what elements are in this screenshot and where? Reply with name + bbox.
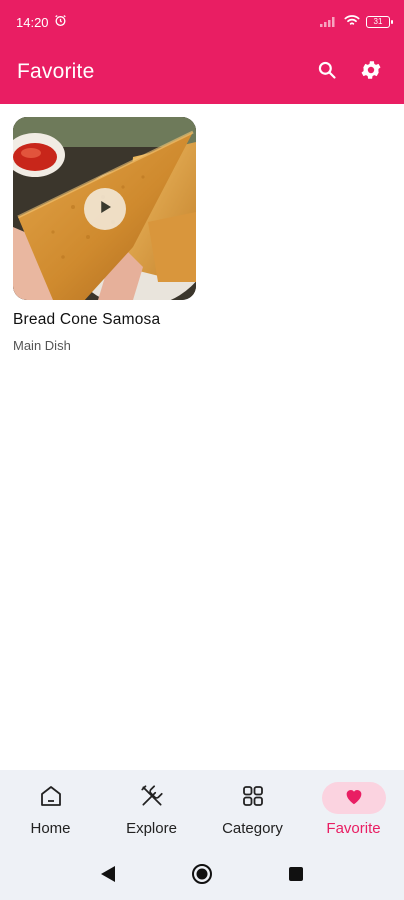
system-recents-button[interactable] — [286, 866, 306, 886]
system-home-button[interactable] — [192, 863, 212, 886]
settings-button[interactable] — [357, 58, 385, 86]
nav-home-label: Home — [30, 820, 71, 837]
nav-explore[interactable]: Explore — [101, 770, 202, 850]
signal-icon — [320, 15, 338, 30]
nav-explore-label: Explore — [126, 820, 177, 837]
nav-favorite-label: Favorite — [326, 820, 381, 837]
heart-icon — [343, 785, 365, 812]
alarm-icon — [54, 14, 67, 30]
search-button[interactable] — [313, 58, 341, 86]
grid-icon — [241, 784, 265, 813]
title-bar: Favorite — [0, 44, 404, 100]
nav-category[interactable]: Category — [202, 770, 303, 850]
search-icon — [317, 60, 337, 85]
app-bar: 14:20 31 Favorite — [0, 0, 404, 104]
utensils-icon — [139, 783, 165, 814]
recents-icon — [288, 866, 304, 887]
nav-favorite[interactable]: Favorite — [303, 770, 404, 850]
play-icon — [96, 198, 114, 221]
wifi-icon — [344, 14, 360, 30]
home-icon — [39, 784, 63, 813]
back-icon — [100, 865, 116, 888]
recipe-category: Main Dish — [13, 338, 71, 353]
status-bar: 14:20 31 — [0, 0, 404, 44]
status-time: 14:20 — [16, 14, 49, 30]
bottom-navigation: Home Explore Category Favorite — [0, 770, 404, 850]
system-navigation-bar — [0, 850, 404, 900]
recipe-card[interactable]: Bread Cone Samosa Main Dish — [13, 117, 196, 353]
recipe-thumbnail[interactable] — [13, 117, 196, 300]
play-button[interactable] — [84, 188, 126, 230]
nav-category-label: Category — [222, 820, 283, 837]
home-circle-icon — [191, 863, 213, 890]
recipe-title: Bread Cone Samosa — [13, 311, 161, 328]
gear-icon — [359, 58, 383, 87]
nav-home[interactable]: Home — [0, 770, 101, 850]
page-title: Favorite — [17, 60, 95, 83]
battery-indicator: 31 — [366, 16, 393, 28]
system-back-button[interactable] — [98, 865, 118, 888]
